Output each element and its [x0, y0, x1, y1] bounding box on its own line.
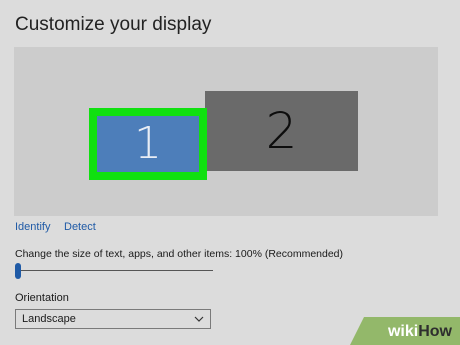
- detect-link[interactable]: Detect: [64, 221, 96, 233]
- monitor-2-number: 2: [265, 102, 298, 160]
- wikihow-watermark: wikiHow: [350, 317, 460, 345]
- scale-slider-track[interactable]: [15, 270, 213, 271]
- scale-slider[interactable]: [15, 262, 213, 280]
- monitor-2-tile[interactable]: 2: [205, 91, 358, 171]
- watermark-text: wikiHow: [387, 323, 452, 340]
- scale-slider-thumb[interactable]: [15, 263, 21, 279]
- monitor-1-number: 1: [134, 118, 162, 169]
- chevron-down-icon: [194, 316, 204, 322]
- page-title: Customize your display: [15, 14, 212, 35]
- monitor-1-tile-selected[interactable]: 1: [89, 108, 207, 180]
- orientation-dropdown[interactable]: Landscape: [15, 309, 211, 329]
- orientation-label: Orientation: [15, 292, 69, 304]
- orientation-dropdown-value: Landscape: [22, 313, 76, 325]
- scale-label: Change the size of text, apps, and other…: [15, 248, 344, 260]
- identify-link[interactable]: Identify: [15, 221, 50, 233]
